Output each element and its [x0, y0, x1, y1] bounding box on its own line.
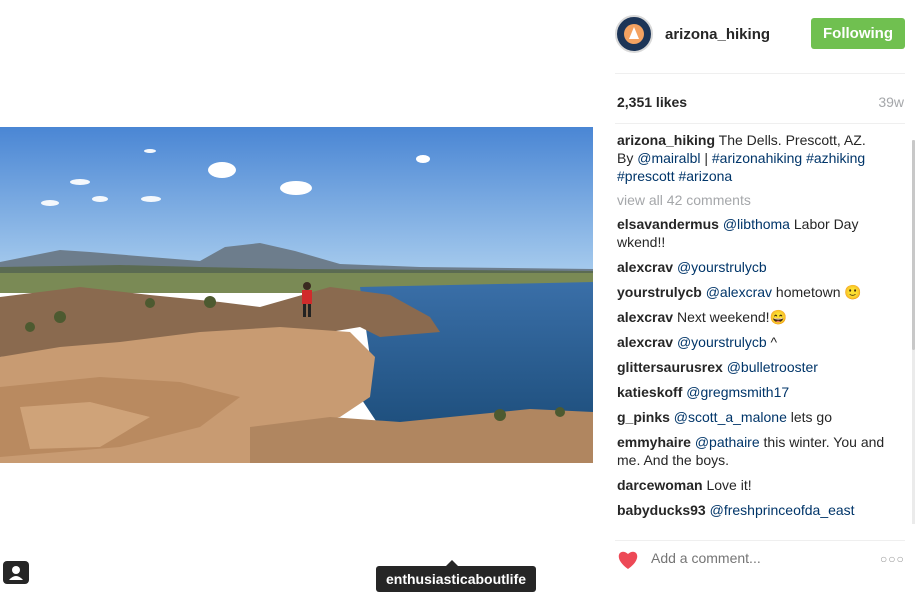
comment-item: alexcrav Next weekend!😄 [617, 308, 885, 326]
comment-text: ^ [766, 334, 778, 350]
post-caption: arizona_hiking The Dells. Prescott, AZ. … [617, 131, 885, 185]
comment-username[interactable]: yourstrulycb [617, 284, 702, 300]
following-button[interactable]: Following [811, 18, 905, 49]
comment-text: lets go [786, 409, 832, 425]
caption-username[interactable]: arizona_hiking [617, 132, 715, 148]
avatar[interactable] [615, 15, 653, 53]
comment-mention[interactable]: @gregmsmith17 [686, 384, 789, 400]
comment-item: katieskoff @gregmsmith17 [617, 383, 885, 401]
comment-username[interactable]: elsavandermus [617, 216, 719, 232]
comments-scrollbar[interactable] [912, 140, 915, 524]
user-tag-tooltip[interactable]: enthusiasticaboutlife [376, 560, 537, 592]
comment-username[interactable]: babyducks93 [617, 502, 706, 518]
comment-mention[interactable]: @libthoma [723, 216, 790, 232]
scrollbar-thumb[interactable] [912, 140, 915, 350]
caption-text: The Dells. Prescott, AZ. [715, 132, 866, 148]
comment-items: elsavandermus @libthoma Labor Day wkend!… [617, 215, 885, 519]
comment-username[interactable]: alexcrav [617, 334, 673, 350]
comment-item: g_pinks @scott_a_malone lets go [617, 408, 885, 426]
post-side-panel: arizona_hiking Following 2,351 likes 39w… [593, 0, 917, 592]
caption-by: By [617, 150, 638, 166]
comment-text: Love it! [702, 477, 752, 493]
comment-mention[interactable]: @scott_a_malone [674, 409, 787, 425]
comment-text: Next weekend!😄 [673, 309, 787, 325]
comment-mention[interactable]: @freshprinceofda_east [710, 502, 855, 518]
likes-count[interactable]: 2,351 likes [617, 94, 687, 110]
user-tag-icon[interactable] [3, 561, 29, 584]
comment-mention[interactable]: @pathaire [695, 434, 760, 450]
divider [615, 123, 905, 124]
comment-item: emmyhaire @pathaire this winter. You and… [617, 433, 885, 469]
caption-separator: | [700, 150, 712, 166]
comment-username[interactable]: emmyhaire [617, 434, 691, 450]
post-photo[interactable] [0, 127, 593, 463]
header-username[interactable]: arizona_hiking [665, 26, 770, 43]
add-comment-input[interactable] [651, 550, 851, 566]
media-area: enthusiasticaboutlife [0, 0, 593, 592]
comment-username[interactable]: glittersaurusrex [617, 359, 723, 375]
comment-item: darcewoman Love it! [617, 476, 885, 494]
comment-bar: ○○○ [615, 540, 905, 580]
comment-item: alexcrav @yourstrulycb ^ [617, 333, 885, 351]
comment-item: alexcrav @yourstrulycb [617, 258, 885, 276]
comment-item: yourstrulycb @alexcrav hometown 🙂 [617, 283, 885, 301]
comment-username[interactable]: darcewoman [617, 477, 703, 493]
comment-item: babyducks93 @freshprinceofda_east [617, 501, 885, 519]
comment-username[interactable]: g_pinks [617, 409, 670, 425]
post-header: arizona_hiking Following [615, 15, 905, 55]
comment-item: glittersaurusrex @bulletrooster [617, 358, 885, 376]
comment-text: hometown 🙂 [772, 284, 862, 300]
caption-mention[interactable]: @mairalbl [637, 150, 700, 166]
comment-mention[interactable]: @alexcrav [706, 284, 772, 300]
comment-username[interactable]: katieskoff [617, 384, 682, 400]
comment-mention[interactable]: @yourstrulycb [677, 334, 767, 350]
divider [615, 73, 905, 74]
comment-username[interactable]: alexcrav [617, 309, 673, 325]
comment-mention[interactable]: @bulletrooster [727, 359, 818, 375]
comment-username[interactable]: alexcrav [617, 259, 673, 275]
view-all-comments-link[interactable]: view all 42 comments [617, 191, 885, 209]
more-options-icon[interactable]: ○○○ [880, 552, 906, 568]
comments-list: arizona_hiking The Dells. Prescott, AZ. … [617, 131, 885, 524]
heart-icon[interactable] [617, 550, 639, 570]
post-time: 39w [878, 94, 904, 110]
comment-mention[interactable]: @yourstrulycb [677, 259, 767, 275]
comment-item: elsavandermus @libthoma Labor Day wkend!… [617, 215, 885, 251]
